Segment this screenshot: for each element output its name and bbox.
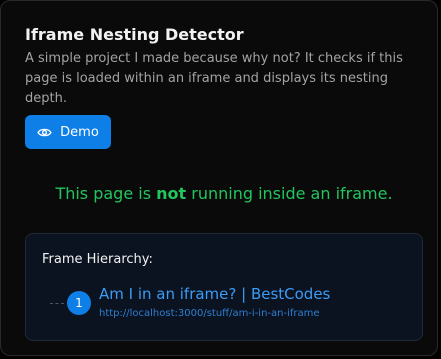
demo-button-label: Demo xyxy=(60,124,99,140)
frame-url-link[interactable]: http://localhost:3000/stuff/am-i-in-an-i… xyxy=(99,308,320,319)
eye-icon xyxy=(37,127,52,138)
status-prefix: This page is xyxy=(55,184,157,203)
page-title: Iframe Nesting Detector xyxy=(25,25,244,44)
demo-button[interactable]: Demo xyxy=(25,115,111,149)
detector-card: Iframe Nesting Detector A simple project… xyxy=(0,0,438,356)
status-suffix: running inside an iframe. xyxy=(186,184,393,203)
tree-connector xyxy=(50,303,64,304)
status-emphasis: not xyxy=(156,184,187,203)
frame-title-link[interactable]: Am I in an iframe? | BestCodes xyxy=(99,285,330,303)
frame-hierarchy-panel: Frame Hierarchy: 1 Am I in an iframe? | … xyxy=(25,233,423,341)
page-description: A simple project I made because why not?… xyxy=(25,51,403,106)
frame-hierarchy-title: Frame Hierarchy: xyxy=(42,252,153,267)
iframe-status: This page is not running inside an ifram… xyxy=(1,184,441,203)
frame-depth-badge: 1 xyxy=(67,291,91,315)
